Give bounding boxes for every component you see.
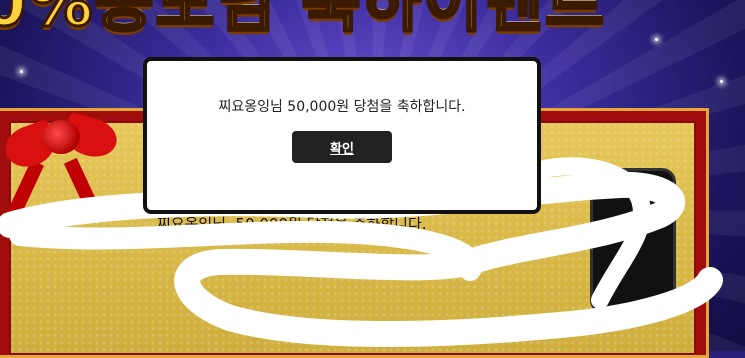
- confirm-button[interactable]: 확인: [292, 131, 392, 163]
- alert-dialog: 찌요옹잉님 50,000원 당첨을 축하합니다. 확인: [143, 57, 541, 214]
- dialog-message: 찌요옹잉님 50,000원 당첨을 축하합니다.: [218, 99, 466, 115]
